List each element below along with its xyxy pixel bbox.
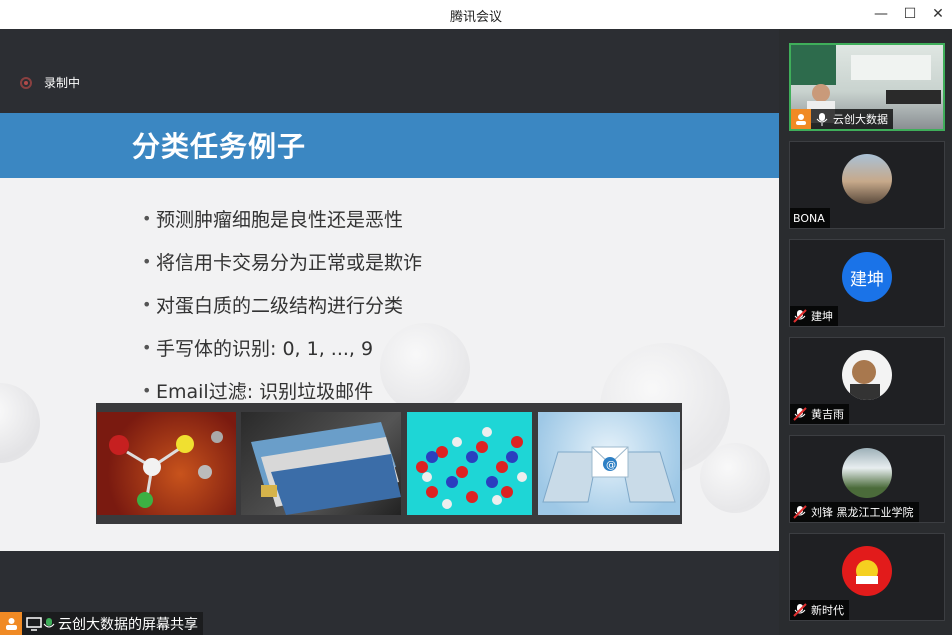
bullet-item: • 手写体的识别: 0, 1, ..., 9 [142,338,374,360]
window-title: 腾讯会议 [449,10,502,25]
credit-card-image [241,412,401,515]
participant-label: 云创大数据 [791,109,893,129]
close-icon[interactable]: ✕ [926,4,950,24]
participant-label: 黄吉雨 [790,404,849,424]
participant-avatar [842,154,892,204]
participant-label: 建坤 [790,306,838,326]
screen-share-label: 云创大数据的屏幕共享 [58,616,198,633]
protein-structure-image [407,412,532,515]
participant-tile[interactable]: 新时代 [789,533,945,621]
slide-header: 分类任务例子 [0,113,779,178]
participant-avatar [842,350,892,400]
recording-label: 录制中 [44,76,81,90]
bullet-list: • 预测肿瘤细胞是良性还是恶性 • 将信用卡交易分为正常或是欺诈 • 对蛋白质的二级结… [142,197,422,412]
presentation-slide: 分类任务例子 • 预测肿瘤细胞是良性还是恶性 • 将信用卡交易分为正常或是欺诈 • 对… [0,113,779,551]
participant-tile[interactable]: 黄吉雨 [789,337,945,425]
participant-tile[interactable]: 云创大数据 [789,43,945,131]
bullet-item: • 对蛋白质的二级结构进行分类 [142,295,404,317]
host-icon [791,109,811,129]
participants-panel: 云创大数据 BONA 建坤 建坤 黄吉雨 刘锋 黑龙江工业学院 新时代 [779,29,952,635]
recording-indicator[interactable]: 录制中 [20,74,80,91]
svg-text:@: @ [606,460,616,471]
participant-label: 新时代 [790,600,849,620]
screen-share-bar: 云创大数据的屏幕共享 [0,612,203,635]
participant-label: 刘锋 黑龙江工业学院 [790,502,919,522]
microphone-muted-icon [793,309,807,323]
microphone-muted-icon [793,407,807,421]
participant-tile[interactable]: BONA [789,141,945,229]
participant-label: BONA [790,208,830,228]
email-image: @ [538,412,680,515]
background-bubble [0,383,40,463]
shared-screen-area: 录制中 分类任务例子 • 预测肿瘤细胞是良性还是恶性 • 将信用卡交易分为正常或是欺… [0,29,779,635]
participant-avatar [842,448,892,498]
bullet-item: • 将信用卡交易分为正常或是欺诈 [142,252,423,274]
title-bar: 腾讯会议 — ☐ ✕ [0,0,952,29]
participant-name: BONA [793,211,825,225]
bullet-item: • 预测肿瘤细胞是良性还是恶性 [142,209,404,231]
participant-tile[interactable]: 刘锋 黑龙江工业学院 [789,435,945,523]
participant-tile[interactable]: 建坤 建坤 [789,239,945,327]
participant-avatar: 建坤 [842,252,892,302]
microphone-icon [816,113,828,126]
participant-name: 新时代 [811,604,844,617]
molecule-image [97,412,236,515]
participant-name: 云创大数据 [833,113,888,126]
image-strip: @ [96,403,682,524]
participant-avatar [842,546,892,596]
slide-title: 分类任务例子 [132,130,307,163]
screen-share-icon [26,616,42,631]
background-bubble [700,443,770,513]
maximize-icon[interactable]: ☐ [898,4,922,24]
presenter-icon [0,612,22,635]
minimize-icon[interactable]: — [869,4,893,24]
record-icon [20,76,32,89]
microphone-muted-icon [793,505,807,519]
participant-name: 黄吉雨 [811,408,844,421]
microphone-icon [43,617,55,627]
microphone-muted-icon [793,603,807,617]
participant-name: 刘锋 黑龙江工业学院 [811,506,914,519]
participant-name: 建坤 [811,310,833,323]
